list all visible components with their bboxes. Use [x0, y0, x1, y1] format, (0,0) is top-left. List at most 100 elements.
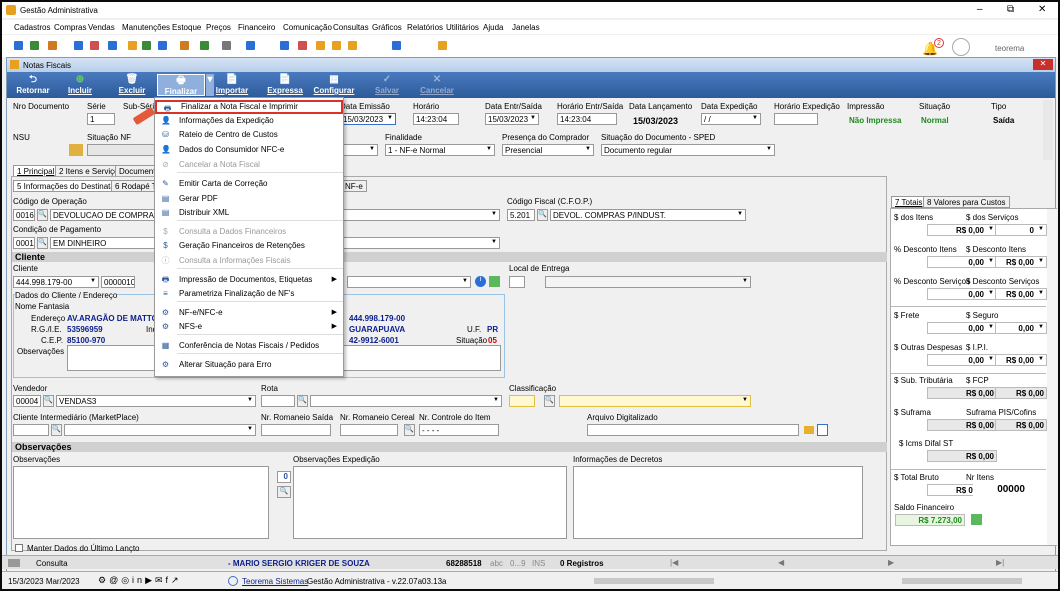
menu-financeiro[interactable]: Financeiro — [238, 23, 275, 32]
salvar-button[interactable]: ✓ Salvar — [369, 74, 405, 96]
menu-estoque[interactable]: Estoque — [172, 23, 201, 32]
info-icon[interactable]: i — [475, 276, 486, 287]
outras-val-field[interactable]: 0,00 — [927, 354, 997, 366]
toolbar-shortcut-icon[interactable] — [30, 41, 39, 50]
dos-itens-val-field[interactable]: R$ 0,00 — [927, 224, 997, 236]
inner-close-button[interactable]: ✕ — [1033, 59, 1053, 70]
toolbar-shortcut-icon[interactable] — [392, 41, 401, 50]
money-green-icon[interactable] — [971, 514, 982, 525]
cliente-cod-input[interactable]: 0000010 — [101, 276, 135, 288]
horario-input[interactable]: 14:23:04 — [413, 113, 459, 125]
suframa-val-field[interactable]: R$ 0,00 — [927, 419, 997, 431]
serie-input[interactable]: 1 — [87, 113, 115, 125]
menu-item-consulta-a-informacoes-fiscais[interactable]: ⓘ Consulta a Informações Fiscais — [155, 254, 343, 267]
menu-item-consulta-a-dados-financeiros[interactable]: $ Consulta a Dados Financeiros — [155, 225, 343, 238]
subtab-nfe[interactable]: NF-e — [341, 180, 367, 192]
search-icon[interactable]: 🔍 — [297, 395, 308, 407]
cancelar-button[interactable]: ✕ Cancelar — [417, 74, 457, 96]
menu-item-geracao-financeiros-de-retencoes[interactable]: $ Geração Financeiros de Retenções — [155, 239, 343, 252]
rom-saida-input[interactable] — [261, 424, 331, 436]
seguro-val-field[interactable]: 0,00 — [995, 322, 1047, 334]
finalidade-select[interactable]: 1 - NF-e Normal — [385, 144, 495, 156]
retornar-button[interactable]: ⮌ Retornar — [13, 74, 53, 96]
configurar-button[interactable]: ▦ Configurar — [312, 74, 356, 96]
toolbar-shortcut-icon[interactable] — [298, 41, 307, 50]
menu-item-emitir-carta-de-correcao[interactable]: ✎ Emitir Carta de Correção — [155, 177, 343, 190]
search-icon[interactable]: 🔍 — [51, 424, 62, 436]
toolbar-shortcut-icon[interactable] — [48, 41, 57, 50]
cond-pag-num[interactable]: 0001 — [13, 237, 35, 249]
cli-inter-num[interactable] — [13, 424, 49, 436]
menu-item-nfs-e[interactable]: ⚙ NFS-e ▶ — [155, 320, 343, 333]
sit-doc-select[interactable]: Documento regular — [601, 144, 775, 156]
menu-compras[interactable]: Compras — [54, 23, 86, 32]
dos-serv-val-field[interactable]: 0 — [995, 224, 1047, 236]
close-button[interactable]: ✕ — [1038, 4, 1046, 15]
menu-precos[interactable]: Preços — [206, 23, 231, 32]
toolbar-shortcut-icon[interactable] — [438, 41, 447, 50]
menu-item-rateio-de-centro-de-custos[interactable]: ⛁ Rateio de Centro de Custos — [155, 128, 343, 141]
info-dec-input[interactable] — [573, 466, 863, 539]
icms-difal-val-field[interactable]: R$ 0,00 — [927, 450, 997, 462]
menu-ajuda[interactable]: Ajuda — [483, 23, 503, 32]
toolbar-shortcut-icon[interactable] — [14, 41, 23, 50]
importar-button[interactable]: 📄 Importar — [212, 74, 252, 96]
totais-scrollbar[interactable] — [1047, 209, 1057, 545]
situacao-nf-input[interactable] — [87, 144, 159, 156]
menu-consultas[interactable]: Consultas — [333, 23, 369, 32]
minimize-button[interactable]: – — [977, 4, 983, 15]
menu-item-impressao-de-documentos-etiquetas[interactable]: 🖶 Impressão de Documentos, Etiquetas ▶ — [155, 273, 343, 286]
classificacao-select[interactable] — [559, 395, 751, 407]
menu-manutencoes[interactable]: Manutenções — [122, 23, 170, 32]
menu-graficos[interactable]: Gráficos — [372, 23, 402, 32]
cliente-name-select[interactable] — [347, 276, 471, 288]
menu-item-finalizar-a-nota-fiscal-e-imprimir[interactable]: 🖶 Finalizar a Nota Fiscal e Imprimir — [155, 100, 343, 114]
menu-item-dados-do-consumidor-nfc-e[interactable]: 👤 Dados do Consumidor NFC-e — [155, 143, 343, 156]
menu-item-conferencia-de-notas-fiscais-pedidos[interactable]: ▦ Conferência de Notas Fiscais / Pedidos — [155, 339, 343, 352]
rom-cereal-input[interactable] — [340, 424, 398, 436]
suframa-pis-val-field[interactable]: R$ 0,00 — [995, 419, 1047, 431]
footer-company[interactable]: Teorema Sistemas — [242, 577, 308, 586]
vendedor-num[interactable]: 00004 — [13, 395, 41, 407]
toolbar-shortcut-icon[interactable] — [142, 41, 151, 50]
menu-item-cancelar-a-nota-fiscal[interactable]: ⊘ Cancelar a Nota Fiscal — [155, 158, 343, 171]
toolbar-shortcut-icon[interactable] — [348, 41, 357, 50]
search-icon[interactable]: 🔍 — [43, 395, 54, 407]
restore-button[interactable]: ⧉ — [1007, 4, 1014, 15]
prev-record-button[interactable]: ◀ — [778, 558, 784, 567]
cod-operacao-num[interactable]: 0016 — [13, 209, 35, 221]
search-icon[interactable]: 🔍 — [277, 486, 291, 498]
toolbar-shortcut-icon[interactable] — [180, 41, 189, 50]
local-entrega-num[interactable] — [509, 276, 525, 288]
horario-exp-input[interactable] — [774, 113, 818, 125]
menu-item-alterar-situacao-para-erro[interactable]: ⚙ Alterar Situação para Erro — [155, 358, 343, 371]
header-scrollbar[interactable] — [1043, 100, 1053, 160]
rota-select[interactable] — [310, 395, 502, 407]
menu-item-parametriza-finalizacao-de-nf-s[interactable]: ≡ Parametriza Finalização de NF's — [155, 287, 343, 300]
classificacao-num[interactable] — [509, 395, 535, 407]
obs-exp-input[interactable] — [293, 466, 567, 539]
user-avatar-icon[interactable] — [952, 38, 970, 56]
search-icon[interactable]: 🔍 — [404, 424, 415, 436]
data-emissao-input[interactable]: 15/03/2023 — [340, 113, 396, 125]
tab-valores-custos[interactable]: 8 Valores para Custos — [923, 196, 1010, 208]
next-record-button[interactable]: ▶ — [888, 558, 894, 567]
fcp-val-field[interactable]: R$ 0,00 — [995, 387, 1047, 399]
arq-dig-input[interactable] — [587, 424, 799, 436]
toolbar-shortcut-icon[interactable] — [316, 41, 325, 50]
toolbar-shortcut-icon[interactable] — [222, 41, 231, 50]
toolbar-shortcut-icon[interactable] — [158, 41, 167, 50]
scan-icon[interactable] — [817, 424, 828, 436]
nr-itens-val-field[interactable]: 00000 — [973, 484, 1025, 496]
data-exp-input[interactable]: / / — [701, 113, 761, 125]
local-entrega-select[interactable] — [545, 276, 751, 288]
cod-fiscal-num[interactable]: 5.201 — [507, 209, 535, 221]
search-icon[interactable]: 🔍 — [537, 209, 548, 221]
frete-val-field[interactable]: 0,00 — [927, 322, 997, 334]
incluir-button[interactable]: ⊕ Incluir — [65, 74, 95, 96]
folder-icon[interactable] — [804, 426, 814, 434]
desc-itens2-val-field[interactable]: R$ 0,00 — [995, 256, 1047, 268]
data-entr-input[interactable]: 15/03/2023 — [485, 113, 539, 125]
sub-trib-val-field[interactable]: R$ 0,00 — [927, 387, 997, 399]
toolbar-shortcut-icon[interactable] — [246, 41, 255, 50]
